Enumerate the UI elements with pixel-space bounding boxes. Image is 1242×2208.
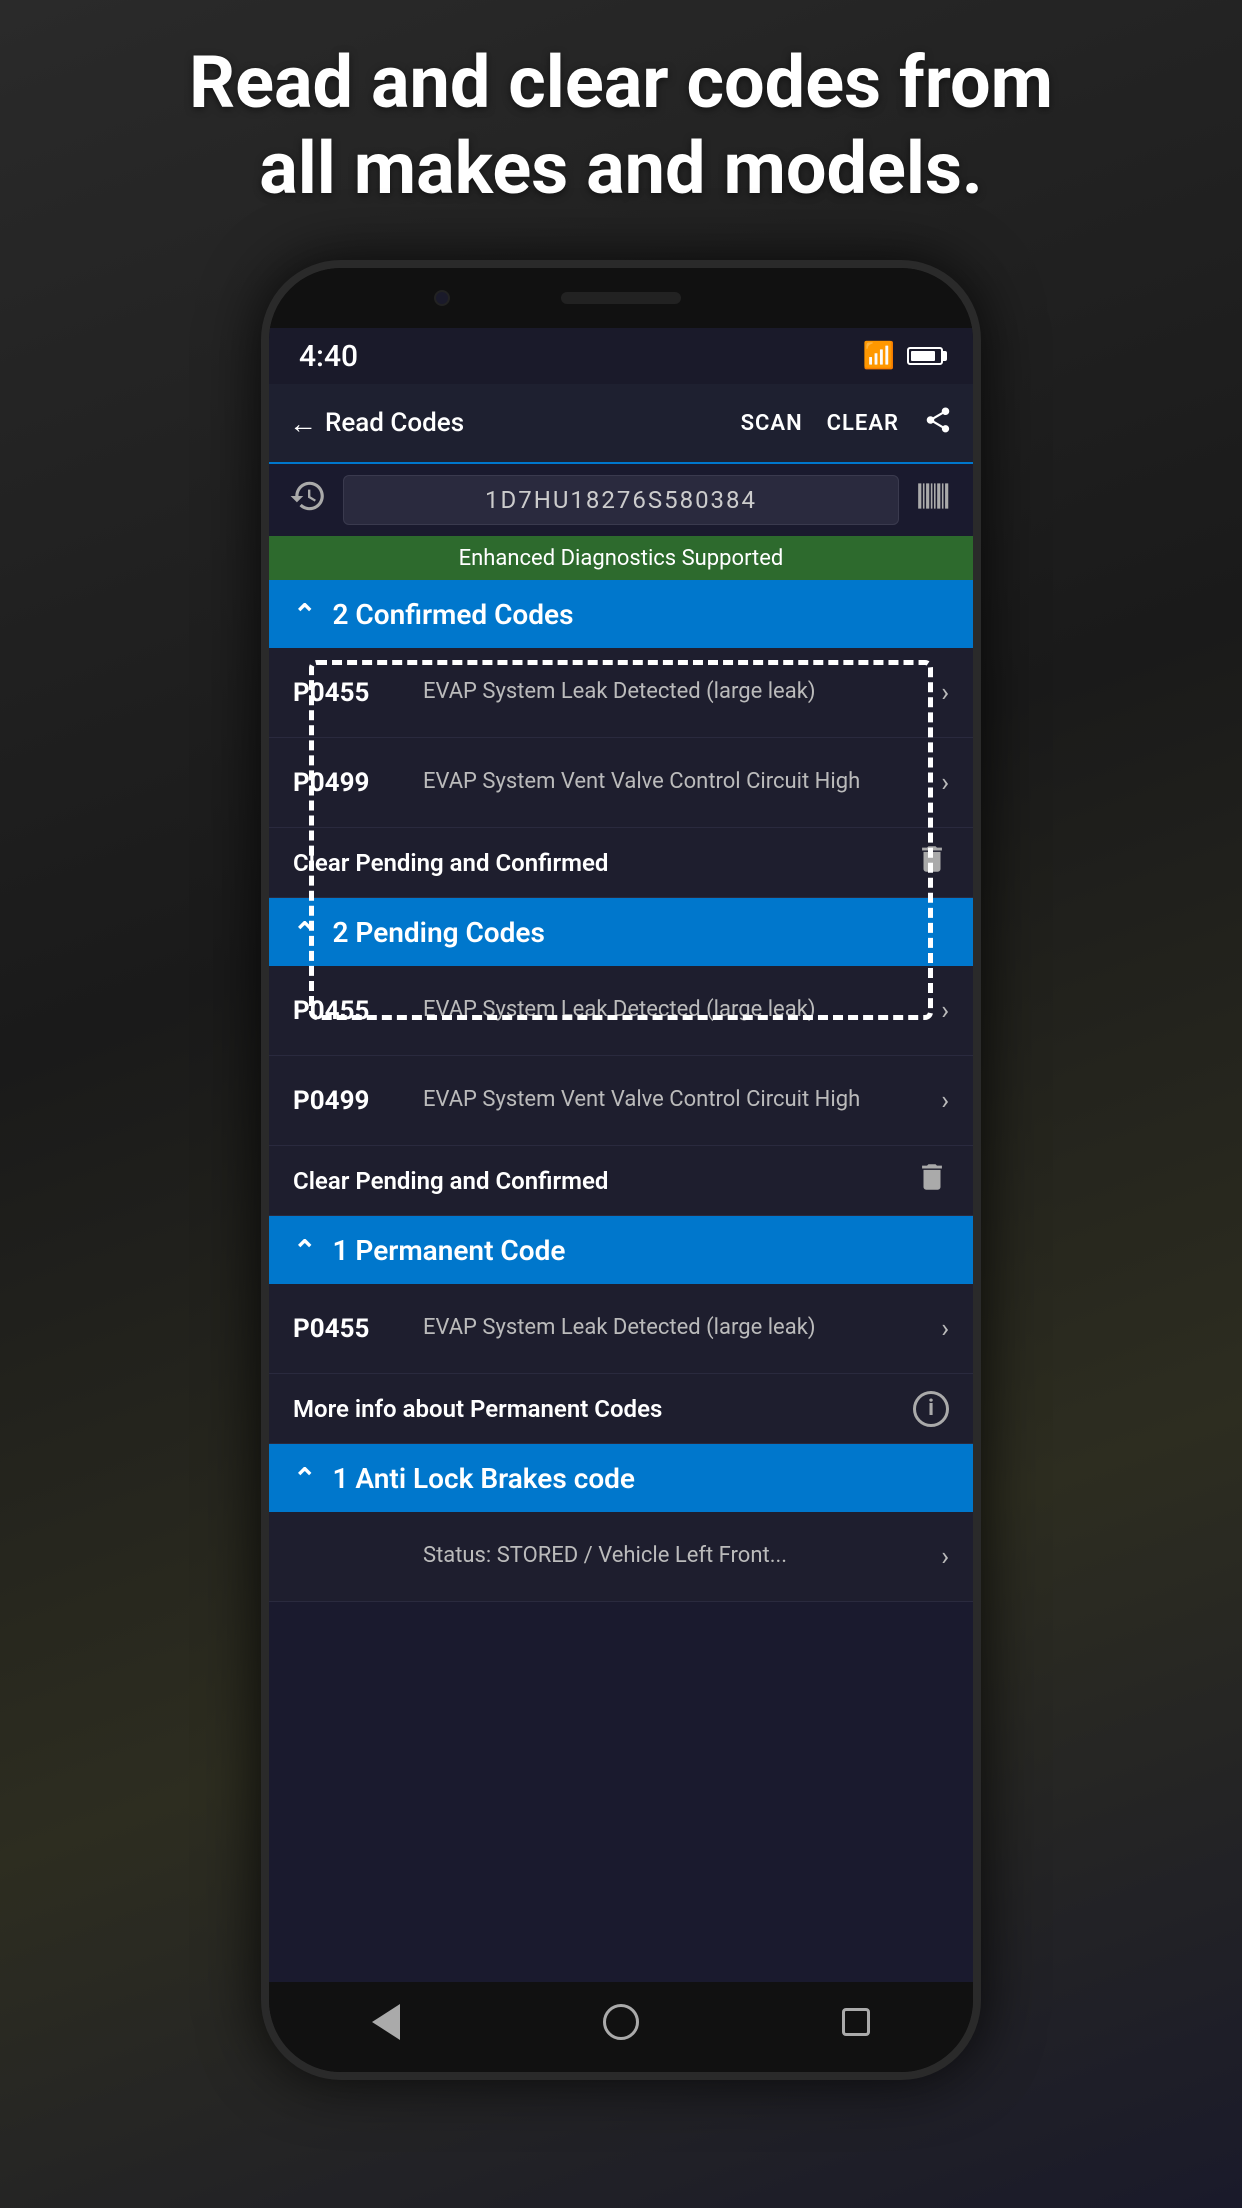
clear-pending-row[interactable]: Clear Pending and Confirmed — [269, 1146, 973, 1216]
confirmed-code-row-0[interactable]: P0455 EVAP System Leak Detected (large l… — [269, 648, 973, 738]
confirmed-code-1-label: P0499 — [293, 768, 403, 798]
confirmed-code-0-desc: EVAP System Leak Detected (large leak) — [423, 678, 921, 707]
nav-back-icon — [372, 2004, 400, 2040]
clear-pending-text: Clear Pending and Confirmed — [293, 1167, 608, 1195]
permanent-info-text: More info about Permanent Codes — [293, 1395, 662, 1423]
vin-bar: 1D7HU18276S580384 — [269, 464, 973, 536]
status-icons: 📶 — [863, 341, 943, 371]
nav-home-button[interactable] — [581, 1992, 661, 2052]
scroll-content[interactable]: Enhanced Diagnostics Supported ⌃ 2 Confi… — [269, 536, 973, 1982]
back-arrow-icon: ← — [289, 407, 317, 440]
permanent-code-header[interactable]: ⌃ 1 Permanent Code — [269, 1216, 973, 1284]
pending-code-0-desc: EVAP System Leak Detected (large leak) — [423, 996, 921, 1025]
pending-code-0-chevron: › — [941, 996, 949, 1026]
confirmed-code-row-1[interactable]: P0499 EVAP System Vent Valve Control Cir… — [269, 738, 973, 828]
enhanced-badge-text: Enhanced Diagnostics Supported — [459, 546, 784, 571]
battery-fill — [911, 351, 935, 361]
nav-recents-button[interactable] — [816, 1992, 896, 2052]
confirmed-codes-title: 2 Confirmed Codes — [332, 598, 573, 631]
pending-code-1-desc: EVAP System Vent Valve Control Circuit H… — [423, 1086, 921, 1115]
pending-codes-header[interactable]: ⌃ 2 Pending Codes — [269, 898, 973, 966]
nav-recents-icon — [842, 2008, 870, 2036]
pending-code-1-chevron: › — [941, 1086, 949, 1116]
pending-code-row-0[interactable]: P0455 EVAP System Leak Detected (large l… — [269, 966, 973, 1056]
permanent-code-row-0[interactable]: P0455 EVAP System Leak Detected (large l… — [269, 1284, 973, 1374]
abs-header[interactable]: ⌃ 1 Anti Lock Brakes code — [269, 1444, 973, 1512]
history-icon[interactable] — [289, 477, 327, 524]
barcode-icon[interactable] — [915, 477, 953, 524]
main-heading: Read and clear codes from all makes and … — [80, 40, 1162, 213]
nav-back-button[interactable] — [346, 1992, 426, 2052]
permanent-code-0-label: P0455 — [293, 1314, 403, 1344]
abs-code-0-desc: Status: STORED / Vehicle Left Front... — [423, 1542, 921, 1571]
abs-title: 1 Anti Lock Brakes code — [332, 1462, 635, 1495]
phone-speaker — [561, 292, 681, 304]
confirmed-code-0-label: P0455 — [293, 678, 403, 708]
top-heading-area: Read and clear codes from all makes and … — [0, 40, 1242, 213]
abs-code-0-chevron: › — [941, 1542, 949, 1572]
app-bar-title: Read Codes — [325, 408, 464, 438]
phone-top-bar — [269, 268, 973, 328]
scan-button[interactable]: SCAN — [741, 411, 803, 436]
nav-bar — [269, 1982, 973, 2072]
confirmed-chevron-up: ⌃ — [293, 598, 316, 631]
permanent-code-0-chevron: › — [941, 1314, 949, 1344]
vin-display[interactable]: 1D7HU18276S580384 — [343, 475, 899, 525]
trash-confirmed-icon[interactable] — [915, 842, 949, 884]
phone-camera — [434, 290, 450, 306]
pending-chevron-up: ⌃ — [293, 916, 316, 949]
clear-confirmed-text: Clear Pending and Confirmed — [293, 849, 608, 877]
status-time: 4:40 — [299, 339, 358, 374]
confirmed-code-0-chevron: › — [941, 678, 949, 708]
abs-chevron-up: ⌃ — [293, 1462, 316, 1495]
confirmed-code-1-chevron: › — [941, 768, 949, 798]
info-icon[interactable]: i — [913, 1391, 949, 1427]
pending-code-1-label: P0499 — [293, 1086, 403, 1116]
app-content: ← Read Codes SCAN CLEAR 1D7HU18276S58 — [269, 384, 973, 1982]
clear-button[interactable]: CLEAR — [827, 411, 899, 436]
pending-code-0-label: P0455 — [293, 996, 403, 1026]
abs-code-row-0[interactable]: Status: STORED / Vehicle Left Front... › — [269, 1512, 973, 1602]
battery-icon — [907, 347, 943, 365]
confirmed-codes-header[interactable]: ⌃ 2 Confirmed Codes — [269, 580, 973, 648]
permanent-info-row[interactable]: More info about Permanent Codes i — [269, 1374, 973, 1444]
permanent-chevron-up: ⌃ — [293, 1234, 316, 1267]
app-bar: ← Read Codes SCAN CLEAR — [269, 384, 973, 464]
pending-codes-title: 2 Pending Codes — [332, 916, 544, 949]
back-button[interactable]: ← Read Codes — [289, 407, 741, 440]
trash-pending-icon[interactable] — [915, 1160, 949, 1202]
share-icon[interactable] — [923, 405, 953, 442]
wifi-icon: 📶 — [863, 341, 895, 371]
nav-home-icon — [603, 2004, 639, 2040]
permanent-code-0-desc: EVAP System Leak Detected (large leak) — [423, 1314, 921, 1343]
clear-confirmed-row[interactable]: Clear Pending and Confirmed — [269, 828, 973, 898]
confirmed-code-1-desc: EVAP System Vent Valve Control Circuit H… — [423, 768, 921, 797]
pending-code-row-1[interactable]: P0499 EVAP System Vent Valve Control Cir… — [269, 1056, 973, 1146]
permanent-code-title: 1 Permanent Code — [332, 1234, 565, 1267]
enhanced-diagnostics-badge: Enhanced Diagnostics Supported — [269, 536, 973, 580]
app-bar-actions: SCAN CLEAR — [741, 405, 953, 442]
status-bar: 4:40 📶 — [269, 328, 973, 384]
phone-frame: 4:40 📶 ← Read Codes SCAN CLEAR — [261, 260, 981, 2080]
